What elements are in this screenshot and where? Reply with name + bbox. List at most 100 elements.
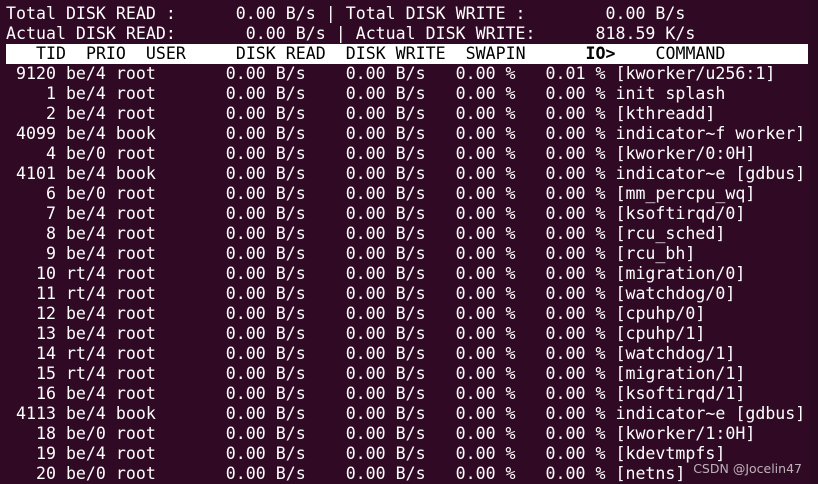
process-user: root bbox=[105, 324, 196, 343]
process-command: [netns] bbox=[605, 464, 686, 483]
process-row[interactable]: 12 be/4 root 0.00 B/s 0.00 B/s 0.00 % 0.… bbox=[0, 304, 818, 324]
process-io: 0.00 % bbox=[515, 244, 606, 263]
process-list: 9120 be/4 root 0.00 B/s 0.00 B/s 0.00 % … bbox=[0, 64, 818, 484]
process-prio: be/4 bbox=[55, 224, 106, 243]
process-io: 0.00 % bbox=[515, 444, 606, 463]
process-row[interactable]: 10 rt/4 root 0.00 B/s 0.00 B/s 0.00 % 0.… bbox=[0, 264, 818, 284]
process-disk-write: 0.00 B/s bbox=[305, 84, 426, 103]
process-user: root bbox=[105, 344, 196, 363]
total-write-value: 0.00 B/s bbox=[605, 4, 686, 23]
process-disk-write: 0.00 B/s bbox=[305, 104, 426, 123]
process-tid: 8 bbox=[6, 224, 56, 243]
process-row[interactable]: 6 be/0 root 0.00 B/s 0.00 B/s 0.00 % 0.0… bbox=[0, 184, 818, 204]
column-tid[interactable]: TID bbox=[36, 44, 66, 63]
process-tid: 15 bbox=[6, 364, 56, 383]
process-row[interactable]: 11 rt/4 root 0.00 B/s 0.00 B/s 0.00 % 0.… bbox=[0, 284, 818, 304]
process-row[interactable]: 9120 be/4 root 0.00 B/s 0.00 B/s 0.00 % … bbox=[0, 64, 818, 84]
process-user: root bbox=[105, 424, 196, 443]
column-command[interactable]: COMMAND bbox=[655, 44, 725, 63]
process-row[interactable]: 4113 be/4 book 0.00 B/s 0.00 B/s 0.00 % … bbox=[0, 404, 818, 424]
terminal-output[interactable]: Total DISK READ : 0.00 B/s | Total DISK … bbox=[0, 4, 818, 484]
process-disk-read: 0.00 B/s bbox=[195, 124, 306, 143]
process-row[interactable]: 13 be/4 root 0.00 B/s 0.00 B/s 0.00 % 0.… bbox=[0, 324, 818, 344]
process-command: [watchdog/0] bbox=[605, 284, 736, 303]
process-user: root bbox=[105, 264, 196, 283]
process-row[interactable]: 18 be/0 root 0.00 B/s 0.00 B/s 0.00 % 0.… bbox=[0, 424, 818, 444]
process-disk-write: 0.00 B/s bbox=[305, 64, 426, 83]
process-disk-write: 0.00 B/s bbox=[305, 364, 426, 383]
column-header-row: TID PRIO USER DISK READ DISK WRITE SWAPI… bbox=[6, 44, 808, 64]
process-tid: 12 bbox=[6, 304, 56, 323]
process-prio: be/0 bbox=[55, 184, 106, 203]
column-io-sorted[interactable]: IO> bbox=[586, 44, 616, 63]
process-user: root bbox=[105, 224, 196, 243]
process-row[interactable]: 15 rt/4 root 0.00 B/s 0.00 B/s 0.00 % 0.… bbox=[0, 364, 818, 384]
process-tid: 13 bbox=[6, 324, 56, 343]
process-disk-read: 0.00 B/s bbox=[195, 184, 306, 203]
process-io: 0.00 % bbox=[515, 304, 606, 323]
process-command: [ksoftirqd/1] bbox=[605, 384, 746, 403]
process-user: root bbox=[105, 104, 196, 123]
process-prio: be/4 bbox=[55, 104, 106, 123]
process-command: [kworker/1:0H] bbox=[605, 424, 756, 443]
process-row[interactable]: 1 be/4 root 0.00 B/s 0.00 B/s 0.00 % 0.0… bbox=[0, 84, 818, 104]
process-user: root bbox=[105, 244, 196, 263]
io-summary: Total DISK READ : 0.00 B/s | Total DISK … bbox=[0, 4, 818, 44]
process-prio: rt/4 bbox=[55, 264, 106, 283]
process-row[interactable]: 8 be/4 root 0.00 B/s 0.00 B/s 0.00 % 0.0… bbox=[0, 224, 818, 244]
process-disk-read: 0.00 B/s bbox=[195, 424, 306, 443]
column-prio[interactable]: PRIO bbox=[86, 44, 126, 63]
process-disk-write: 0.00 B/s bbox=[305, 164, 426, 183]
process-tid: 18 bbox=[6, 424, 56, 443]
process-row[interactable]: 4101 be/4 book 0.00 B/s 0.00 B/s 0.00 % … bbox=[0, 164, 818, 184]
process-user: root bbox=[105, 304, 196, 323]
actual-write-label: Actual DISK WRITE: bbox=[355, 24, 536, 43]
process-prio: be/0 bbox=[55, 464, 106, 483]
process-prio: be/4 bbox=[55, 64, 106, 83]
process-disk-read: 0.00 B/s bbox=[195, 244, 306, 263]
process-prio: rt/4 bbox=[55, 284, 106, 303]
watermark-text: CSDN @Jocelin47 bbox=[693, 461, 802, 476]
process-disk-write: 0.00 B/s bbox=[305, 124, 426, 143]
process-swapin: 0.00 % bbox=[425, 304, 516, 323]
column-disk-write[interactable]: DISK WRITE bbox=[346, 44, 446, 63]
process-io: 0.00 % bbox=[515, 84, 606, 103]
process-disk-write: 0.00 B/s bbox=[305, 404, 426, 423]
process-command: [watchdog/1] bbox=[605, 344, 736, 363]
column-user[interactable]: USER bbox=[146, 44, 186, 63]
process-prio: be/4 bbox=[55, 244, 106, 263]
column-swapin[interactable]: SWAPIN bbox=[466, 44, 526, 63]
process-io: 0.00 % bbox=[515, 464, 606, 483]
process-command: [kthreadd] bbox=[605, 104, 716, 123]
process-command: indicator~f worker] bbox=[605, 124, 806, 143]
process-swapin: 0.00 % bbox=[425, 284, 516, 303]
scrollbar-track[interactable] bbox=[810, 0, 818, 484]
process-disk-write: 0.00 B/s bbox=[305, 264, 426, 283]
process-swapin: 0.00 % bbox=[425, 84, 516, 103]
process-row[interactable]: 4099 be/4 book 0.00 B/s 0.00 B/s 0.00 % … bbox=[0, 124, 818, 144]
process-row[interactable]: 2 be/4 root 0.00 B/s 0.00 B/s 0.00 % 0.0… bbox=[0, 104, 818, 124]
process-disk-read: 0.00 B/s bbox=[195, 344, 306, 363]
process-command: init splash bbox=[605, 84, 726, 103]
process-row[interactable]: 16 be/4 root 0.00 B/s 0.00 B/s 0.00 % 0.… bbox=[0, 384, 818, 404]
process-swapin: 0.00 % bbox=[425, 224, 516, 243]
process-row[interactable]: 9 be/4 root 0.00 B/s 0.00 B/s 0.00 % 0.0… bbox=[0, 244, 818, 264]
process-disk-read: 0.00 B/s bbox=[195, 444, 306, 463]
process-io: 0.00 % bbox=[515, 224, 606, 243]
column-disk-read[interactable]: DISK READ bbox=[236, 44, 326, 63]
process-row[interactable]: 14 rt/4 root 0.00 B/s 0.00 B/s 0.00 % 0.… bbox=[0, 344, 818, 364]
actual-io-line: Actual DISK READ: 0.00 B/s | Actual DISK… bbox=[6, 24, 696, 43]
process-row[interactable]: 4 be/0 root 0.00 B/s 0.00 B/s 0.00 % 0.0… bbox=[0, 144, 818, 164]
process-swapin: 0.00 % bbox=[425, 464, 516, 483]
actual-write-value: 818.59 K/s bbox=[595, 24, 696, 43]
process-user: root bbox=[105, 464, 196, 483]
process-disk-read: 0.00 B/s bbox=[195, 204, 306, 223]
process-user: root bbox=[105, 444, 196, 463]
total-write-label: Total DISK WRITE : bbox=[345, 4, 526, 23]
process-row[interactable]: 7 be/4 root 0.00 B/s 0.00 B/s 0.00 % 0.0… bbox=[0, 204, 818, 224]
process-command: indicator~e [gdbus] bbox=[605, 164, 806, 183]
process-user: root bbox=[105, 384, 196, 403]
process-swapin: 0.00 % bbox=[425, 264, 516, 283]
process-disk-read: 0.00 B/s bbox=[195, 364, 306, 383]
process-io: 0.00 % bbox=[515, 404, 606, 423]
